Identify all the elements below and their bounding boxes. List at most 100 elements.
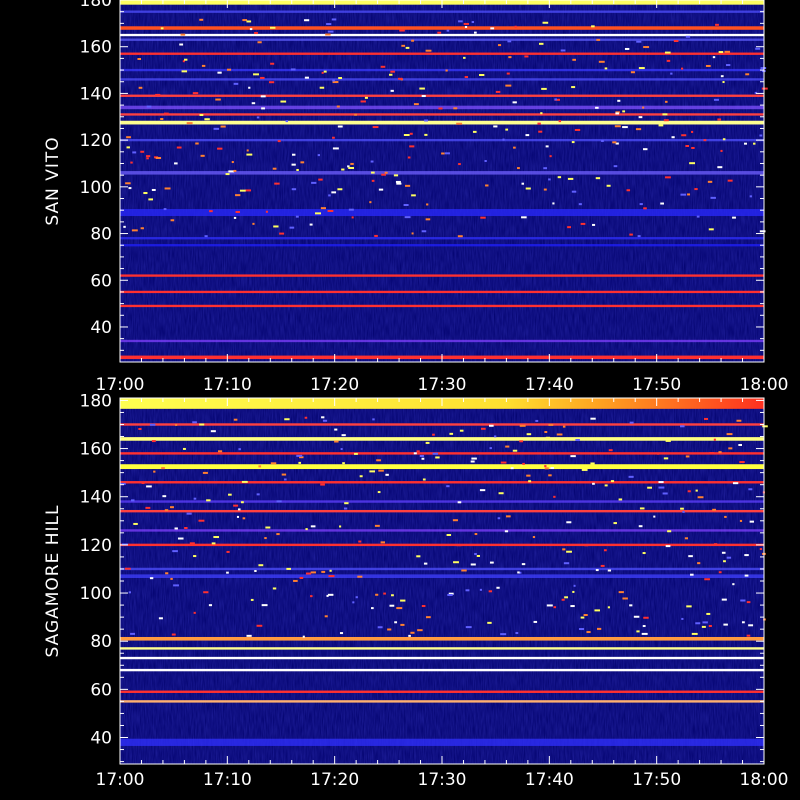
emission-speckle xyxy=(354,452,358,455)
emission-speckle xyxy=(371,607,374,610)
emission-speckle xyxy=(629,604,633,607)
emission-speckle xyxy=(446,29,450,32)
emission-speckle xyxy=(578,203,582,206)
emission-speckle xyxy=(204,235,208,238)
emission-speckle xyxy=(458,163,461,166)
emission-speckle xyxy=(538,42,544,45)
emission-speckle xyxy=(377,626,383,629)
emission-speckle xyxy=(507,40,512,43)
emission-speckle xyxy=(171,633,176,636)
emission-speckle xyxy=(220,125,226,128)
emission-speckle xyxy=(457,501,462,504)
y-axis-label: SAN VITO xyxy=(43,136,63,225)
emission-speckle xyxy=(128,187,132,190)
emission-speckle xyxy=(453,107,458,110)
emission-band xyxy=(120,690,764,693)
emission-speckle xyxy=(233,504,239,507)
emission-speckle xyxy=(258,465,262,468)
emission-speckle xyxy=(538,130,543,133)
emission-band xyxy=(120,78,764,81)
sagamore-hill-panel: 40 60 80 100 120 140 160 180 17:00 17:10 17:20 17:3… xyxy=(43,391,789,790)
emission-band xyxy=(120,10,764,13)
emission-speckle xyxy=(408,634,411,637)
emission-speckle xyxy=(724,515,727,518)
emission-speckle xyxy=(342,462,345,465)
emission-speckle xyxy=(405,184,411,187)
emission-speckle xyxy=(305,572,312,575)
emission-speckle xyxy=(371,171,375,174)
emission-speckle xyxy=(391,594,394,597)
emission-speckle xyxy=(416,555,421,558)
emission-speckle xyxy=(277,140,281,143)
emission-speckle xyxy=(337,188,343,191)
emission-speckle xyxy=(513,146,516,149)
emission-speckle xyxy=(291,163,296,166)
emission-speckle xyxy=(199,423,205,426)
emission-speckle xyxy=(180,33,186,36)
emission-speckle xyxy=(394,621,398,624)
y-tick-label: 80 xyxy=(90,225,112,245)
emission-speckle xyxy=(535,419,539,422)
emission-speckle xyxy=(703,139,707,142)
emission-speckle xyxy=(348,208,354,211)
emission-speckle xyxy=(155,93,161,96)
emission-speckle xyxy=(759,230,766,233)
emission-speckle xyxy=(622,597,628,600)
y-tick-label: 100 xyxy=(80,178,112,198)
emission-speckle xyxy=(739,519,743,522)
emission-speckle xyxy=(681,617,684,620)
emission-speckle xyxy=(465,626,472,629)
emission-speckle xyxy=(641,632,648,635)
emission-speckle xyxy=(314,212,321,215)
emission-speckle xyxy=(384,171,388,174)
emission-speckle xyxy=(613,522,617,525)
emission-speckle xyxy=(753,142,756,145)
emission-speckle xyxy=(722,81,725,84)
emission-speckle xyxy=(231,161,234,164)
emission-speckle xyxy=(411,39,415,42)
emission-speckle xyxy=(745,73,750,76)
emission-speckle xyxy=(717,166,723,169)
emission-speckle xyxy=(694,188,698,191)
emission-speckle xyxy=(586,631,591,634)
emission-speckle xyxy=(233,216,237,219)
emission-speckle xyxy=(702,621,708,624)
emission-speckle xyxy=(446,534,452,537)
emission-speckle xyxy=(170,506,174,509)
emission-speckle xyxy=(404,216,411,219)
emission-speckle xyxy=(708,228,714,231)
emission-speckle xyxy=(524,55,529,58)
emission-speckle xyxy=(334,428,338,431)
emission-speckle xyxy=(717,118,722,121)
emission-speckle xyxy=(596,627,602,630)
emission-speckle xyxy=(680,507,684,510)
emission-speckle xyxy=(713,438,716,441)
emission-speckle xyxy=(146,105,152,108)
emission-speckle xyxy=(213,536,220,539)
spectrogram-figure: 40 60 80 100 120 140 160 180 17:00 17:10 17:20 17:3… xyxy=(43,0,789,790)
emission-speckle xyxy=(615,112,620,115)
emission-band xyxy=(120,668,764,672)
emission-band xyxy=(120,138,764,142)
emission-speckle xyxy=(691,130,694,133)
emission-speckle xyxy=(639,203,643,206)
emission-speckle xyxy=(718,51,724,54)
emission-speckle xyxy=(164,509,169,512)
emission-speckle xyxy=(494,435,497,438)
emission-speckle xyxy=(607,569,612,572)
emission-speckle xyxy=(403,203,409,206)
emission-speckle xyxy=(235,211,240,214)
emission-speckle xyxy=(456,544,462,547)
emission-speckle xyxy=(457,235,463,238)
emission-band xyxy=(120,738,764,746)
emission-speckle xyxy=(409,132,413,135)
emission-speckle xyxy=(309,223,313,226)
emission-speckle xyxy=(311,181,317,184)
emission-speckle xyxy=(310,525,316,528)
emission-speckle xyxy=(571,141,575,144)
emission-speckle xyxy=(724,50,731,53)
emission-speckle xyxy=(526,474,531,477)
emission-speckle xyxy=(554,98,557,101)
emission-band xyxy=(120,423,764,426)
emission-speckle xyxy=(300,161,305,164)
